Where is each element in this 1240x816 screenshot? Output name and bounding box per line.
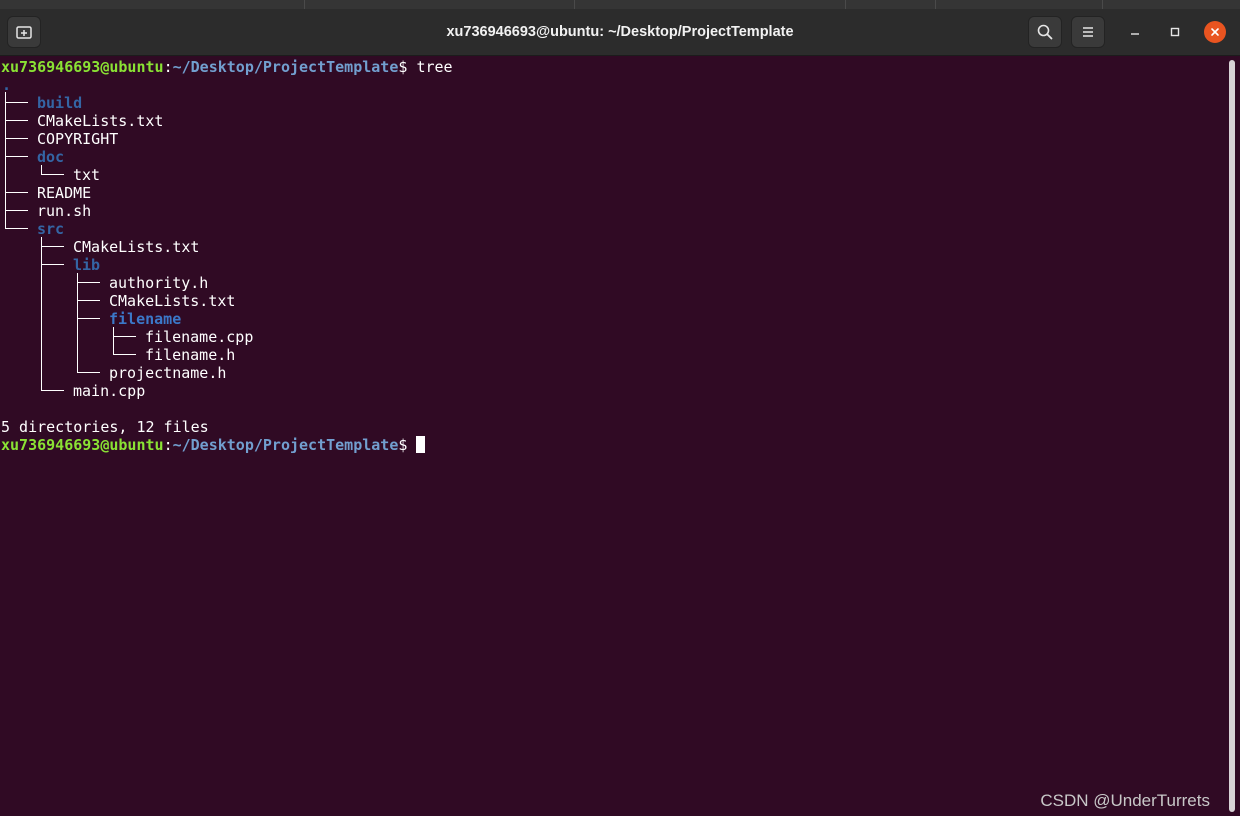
hamburger-menu-icon <box>1083 27 1093 37</box>
text-cursor <box>416 436 426 453</box>
tree-entry-file: main.cpp <box>73 382 146 400</box>
command-text: tree <box>416 58 453 76</box>
prompt-dollar: $ <box>398 436 408 454</box>
tree-entry-file: CMakeLists.txt <box>109 292 236 310</box>
prompt-user-host: xu736946693@ubuntu <box>1 436 164 454</box>
tab-separator <box>935 0 936 9</box>
close-button[interactable] <box>1204 21 1226 43</box>
tree-entry-dir: filename <box>109 310 182 328</box>
prompt-dollar: $ <box>398 58 408 76</box>
tree-entry-file: filename.cpp <box>145 328 254 346</box>
maximize-button[interactable] <box>1164 21 1186 43</box>
tree-entry-file: CMakeLists.txt <box>73 238 200 256</box>
tree-root: . <box>2 76 12 94</box>
tab-strip <box>0 0 1240 9</box>
header-bar: xu736946693@ubuntu: ~/Desktop/ProjectTem… <box>0 0 1240 56</box>
prompt-path: ~/Desktop/ProjectTemplate <box>172 436 399 454</box>
prompt-path: ~/Desktop/ProjectTemplate <box>172 58 399 76</box>
menu-button[interactable] <box>1071 16 1105 48</box>
active-prompt-line[interactable]: xu736946693@ubuntu:~/Desktop/ProjectTemp… <box>1 436 426 454</box>
tree-entry-file: authority.h <box>109 274 209 292</box>
new-tab-icon <box>16 26 32 39</box>
tab-separator <box>574 0 575 9</box>
minimize-button[interactable] <box>1124 21 1146 43</box>
tree-entry-file: CMakeLists.txt <box>37 112 164 130</box>
scrollbar-thumb[interactable] <box>1229 60 1235 812</box>
tree-entry-dir: doc <box>37 148 65 166</box>
tree-entry-file: run.sh <box>37 202 92 220</box>
prompt-user-host: xu736946693@ubuntu <box>1 58 164 76</box>
prompt-colon: : <box>163 436 173 454</box>
tree-entry-file: projectname.h <box>109 364 227 382</box>
tree-entry-file: COPYRIGHT <box>37 130 119 148</box>
tree-entry-file: README <box>37 184 92 202</box>
tab-separator <box>1102 0 1103 9</box>
close-icon <box>1211 28 1219 36</box>
terminal-output[interactable]: xu736946693@ubuntu:~/Desktop/ProjectTemp… <box>0 56 1226 816</box>
tree-entry-file: txt <box>73 166 101 184</box>
tree-entry-dir: src <box>37 220 65 238</box>
maximize-icon <box>1170 27 1180 37</box>
command-line: xu736946693@ubuntu:~/Desktop/ProjectTemp… <box>1 58 453 76</box>
tab-separator <box>304 0 305 9</box>
tree-summary: 5 directories, 12 files <box>1 418 209 436</box>
new-tab-button[interactable] <box>7 16 41 48</box>
tree-entry-file: filename.h <box>145 346 236 364</box>
tab-separator <box>845 0 846 9</box>
watermark: CSDN @UnderTurrets <box>1040 791 1210 810</box>
scrollbar[interactable] <box>1226 56 1240 816</box>
prompt-colon: : <box>163 58 173 76</box>
minimize-icon <box>1131 33 1139 35</box>
search-icon <box>1037 24 1053 40</box>
tree-entry-dir: lib <box>73 256 101 274</box>
search-button[interactable] <box>1028 16 1062 48</box>
tree-entry-dir: build <box>37 94 83 112</box>
terminal-window: xu736946693@ubuntu: ~/Desktop/ProjectTem… <box>0 0 1240 816</box>
